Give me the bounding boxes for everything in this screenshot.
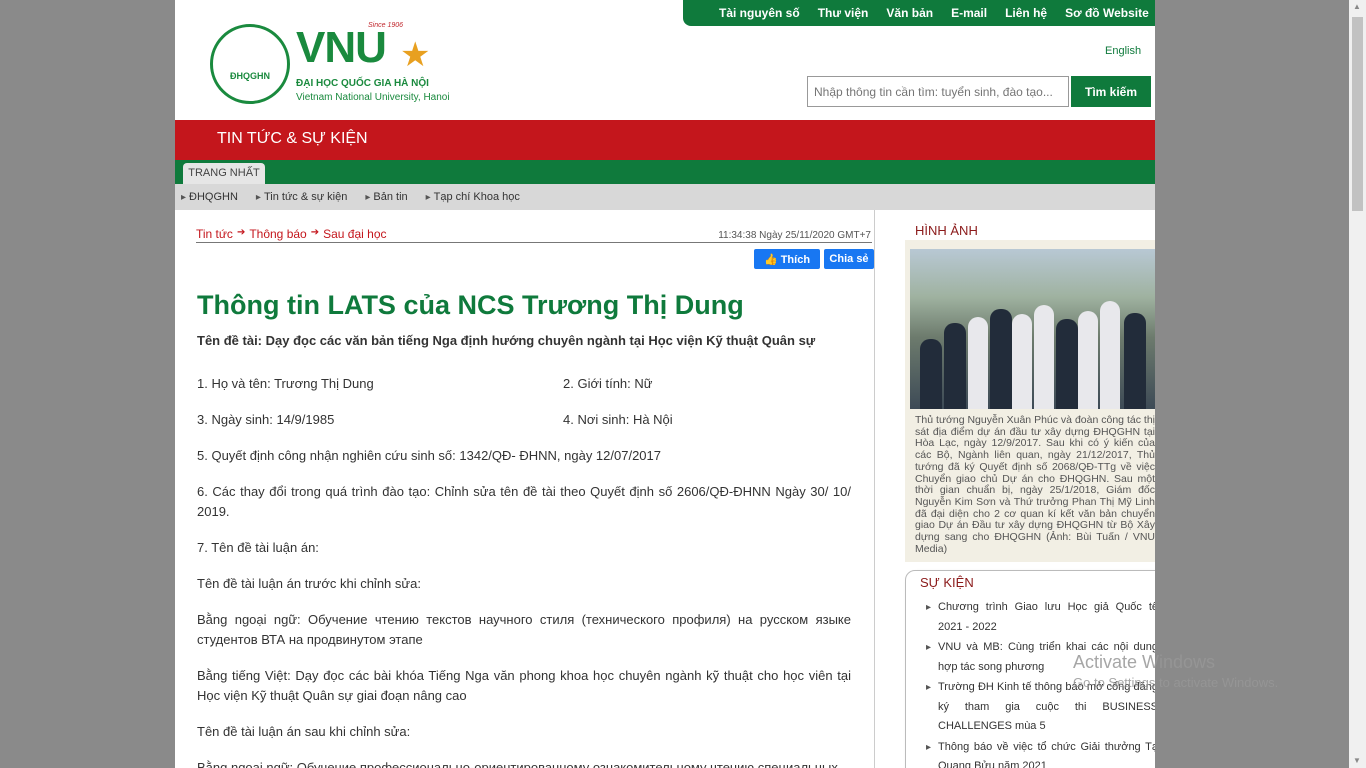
- subnav-science-journal[interactable]: Tạp chí Khoa học: [426, 191, 520, 203]
- sub-navigation: ĐHQGHN Tin tức & sự kiện Bản tin Tạp chí…: [175, 184, 1155, 210]
- article-paragraph: Tên đề tài luận án trước khi chỉnh sửa:: [197, 576, 421, 591]
- gender: 2. Giới tính: Nữ: [563, 376, 653, 391]
- article-paragraph: Bằng tiếng Việt: Dạy đọc các bài khóa Ti…: [197, 668, 851, 703]
- divider: [196, 242, 872, 243]
- article: Thông tin LATS của NCS Trương Thị Dung T…: [197, 288, 851, 768]
- logo-emblem-text: ĐHQGHN: [230, 71, 270, 81]
- photo-caption: Thủ tướng Nguyễn Xuân Phúc và đoàn công …: [915, 414, 1155, 555]
- watermark-line2: Go to Settings to activate Windows.: [1073, 675, 1279, 690]
- subnav-dhqghn[interactable]: ĐHQGHN: [181, 191, 238, 203]
- arrow-right-icon: ➔: [310, 227, 320, 238]
- info-row: 3. Ngày sinh: 14/9/1985 4. Nơi sinh: Hà …: [197, 410, 851, 430]
- section-banner: TIN TỨC & SỰ KIỆN: [175, 120, 1155, 160]
- article-paragraph: Bằng ngoại ngữ: Обучение чтению текстов …: [197, 612, 851, 647]
- photo-box: Thủ tướng Nguyễn Xuân Phúc và đoàn công …: [905, 240, 1155, 562]
- article-paragraph: 7. Tên đề tài luận án:: [197, 540, 319, 555]
- scroll-up-icon[interactable]: ▲: [1353, 2, 1361, 11]
- search-input[interactable]: [807, 76, 1069, 107]
- subnav-news-events[interactable]: Tin tức & sự kiện: [256, 191, 347, 203]
- facebook-share-button[interactable]: Chia sẻ: [824, 249, 874, 269]
- vnu-logo[interactable]: ĐHQGHN VNU Since 1906 ★ ĐẠI HỌC QUỐC GIA…: [210, 22, 470, 106]
- thumbs-up-icon: 👍: [763, 253, 778, 266]
- windows-activation-watermark: Activate Windows Go to Settings to activ…: [1073, 652, 1278, 690]
- breadcrumb-postgraduate[interactable]: Sau đại học: [323, 227, 386, 241]
- birth-place: 4. Nơi sinh: Hà Nội: [563, 412, 673, 427]
- section-title: TIN TỨC & SỰ KIỆN: [217, 130, 368, 147]
- arrow-right-icon: ➔: [236, 227, 246, 238]
- facebook-like-button[interactable]: 👍 Thích: [754, 249, 820, 269]
- search-button[interactable]: Tìm kiếm: [1071, 76, 1151, 107]
- logo-since: Since 1906: [368, 22, 404, 29]
- scrollbar-thumb[interactable]: [1352, 17, 1363, 211]
- article-subtitle: Tên đề tài: Dạy đọc các văn bản tiếng Ng…: [197, 333, 816, 348]
- scroll-down-icon[interactable]: ▼: [1353, 756, 1361, 765]
- logo-name-en: Vietnam National University, Hanoi: [296, 92, 450, 103]
- topnav-email[interactable]: E-mail: [951, 6, 987, 20]
- article-paragraph: 5. Quyết định công nhận nghiên cứu sinh …: [197, 448, 661, 463]
- event-item[interactable]: Chương trình Giao lưu Học giả Quốc tế 20…: [926, 598, 1155, 637]
- featured-photo[interactable]: [910, 249, 1155, 409]
- article-paragraph: 6. Các thay đổi trong quá trình đào tạo:…: [197, 484, 851, 519]
- events-title: SỰ KIỆN: [920, 575, 974, 590]
- full-name: 1. Họ và tên: Trương Thị Dung: [197, 376, 374, 391]
- topnav-sitemap[interactable]: Sơ đồ Website: [1065, 6, 1149, 20]
- topnav-library[interactable]: Thư viện: [818, 6, 869, 20]
- article-paragraph: Bằng ngoại ngữ: Обучение профессионально…: [197, 760, 838, 768]
- watermark-line1: Activate Windows: [1073, 652, 1216, 672]
- breadcrumb-announcements[interactable]: Thông báo: [249, 227, 306, 241]
- language-switch[interactable]: English: [1105, 45, 1141, 57]
- article-paragraph: Tên đề tài luận án sau khi chỉnh sửa:: [197, 724, 411, 739]
- info-row: 1. Họ và tên: Trương Thị Dung 2. Giới tí…: [197, 374, 851, 394]
- logo-brand: VNU: [296, 23, 387, 72]
- publish-timestamp: 11:34:38 Ngày 25/11/2020 GMT+7: [718, 230, 871, 241]
- birth-date: 3. Ngày sinh: 14/9/1985: [197, 412, 335, 427]
- topnav-documents[interactable]: Văn bản: [886, 6, 933, 20]
- photo-section-title: HÌNH ẢNH: [915, 223, 978, 238]
- vertical-scrollbar[interactable]: ▲ ▼: [1349, 0, 1366, 768]
- breadcrumb: Tin tức ➔ Thông báo ➔ Sau đại học: [196, 227, 387, 241]
- event-item[interactable]: Thông báo về việc tổ chức Giải thưởng Tạ…: [926, 738, 1155, 768]
- page: Tài nguyên số Thư viện Văn bản E-mail Li…: [175, 0, 1155, 768]
- tab-home[interactable]: TRANG NHẤT: [183, 163, 265, 184]
- star-icon: ★: [400, 36, 431, 74]
- topnav-digital-resources[interactable]: Tài nguyên số: [719, 6, 800, 20]
- top-navigation: Tài nguyên số Thư viện Văn bản E-mail Li…: [683, 0, 1155, 26]
- article-title: Thông tin LATS của NCS Trương Thị Dung: [197, 290, 744, 320]
- logo-emblem-icon: ĐHQGHN: [210, 24, 290, 104]
- main-content: Tin tức ➔ Thông báo ➔ Sau đại học 11:34:…: [175, 210, 875, 768]
- logo-name-vn: ĐẠI HỌC QUỐC GIA HÀ NỘI: [296, 78, 429, 89]
- breadcrumb-news[interactable]: Tin tức: [196, 227, 233, 241]
- facebook-like-label: Thích: [780, 253, 811, 266]
- topnav-contact[interactable]: Liên hệ: [1005, 6, 1047, 20]
- subnav-bulletin[interactable]: Bản tin: [365, 191, 407, 203]
- tab-bar: [175, 160, 1155, 184]
